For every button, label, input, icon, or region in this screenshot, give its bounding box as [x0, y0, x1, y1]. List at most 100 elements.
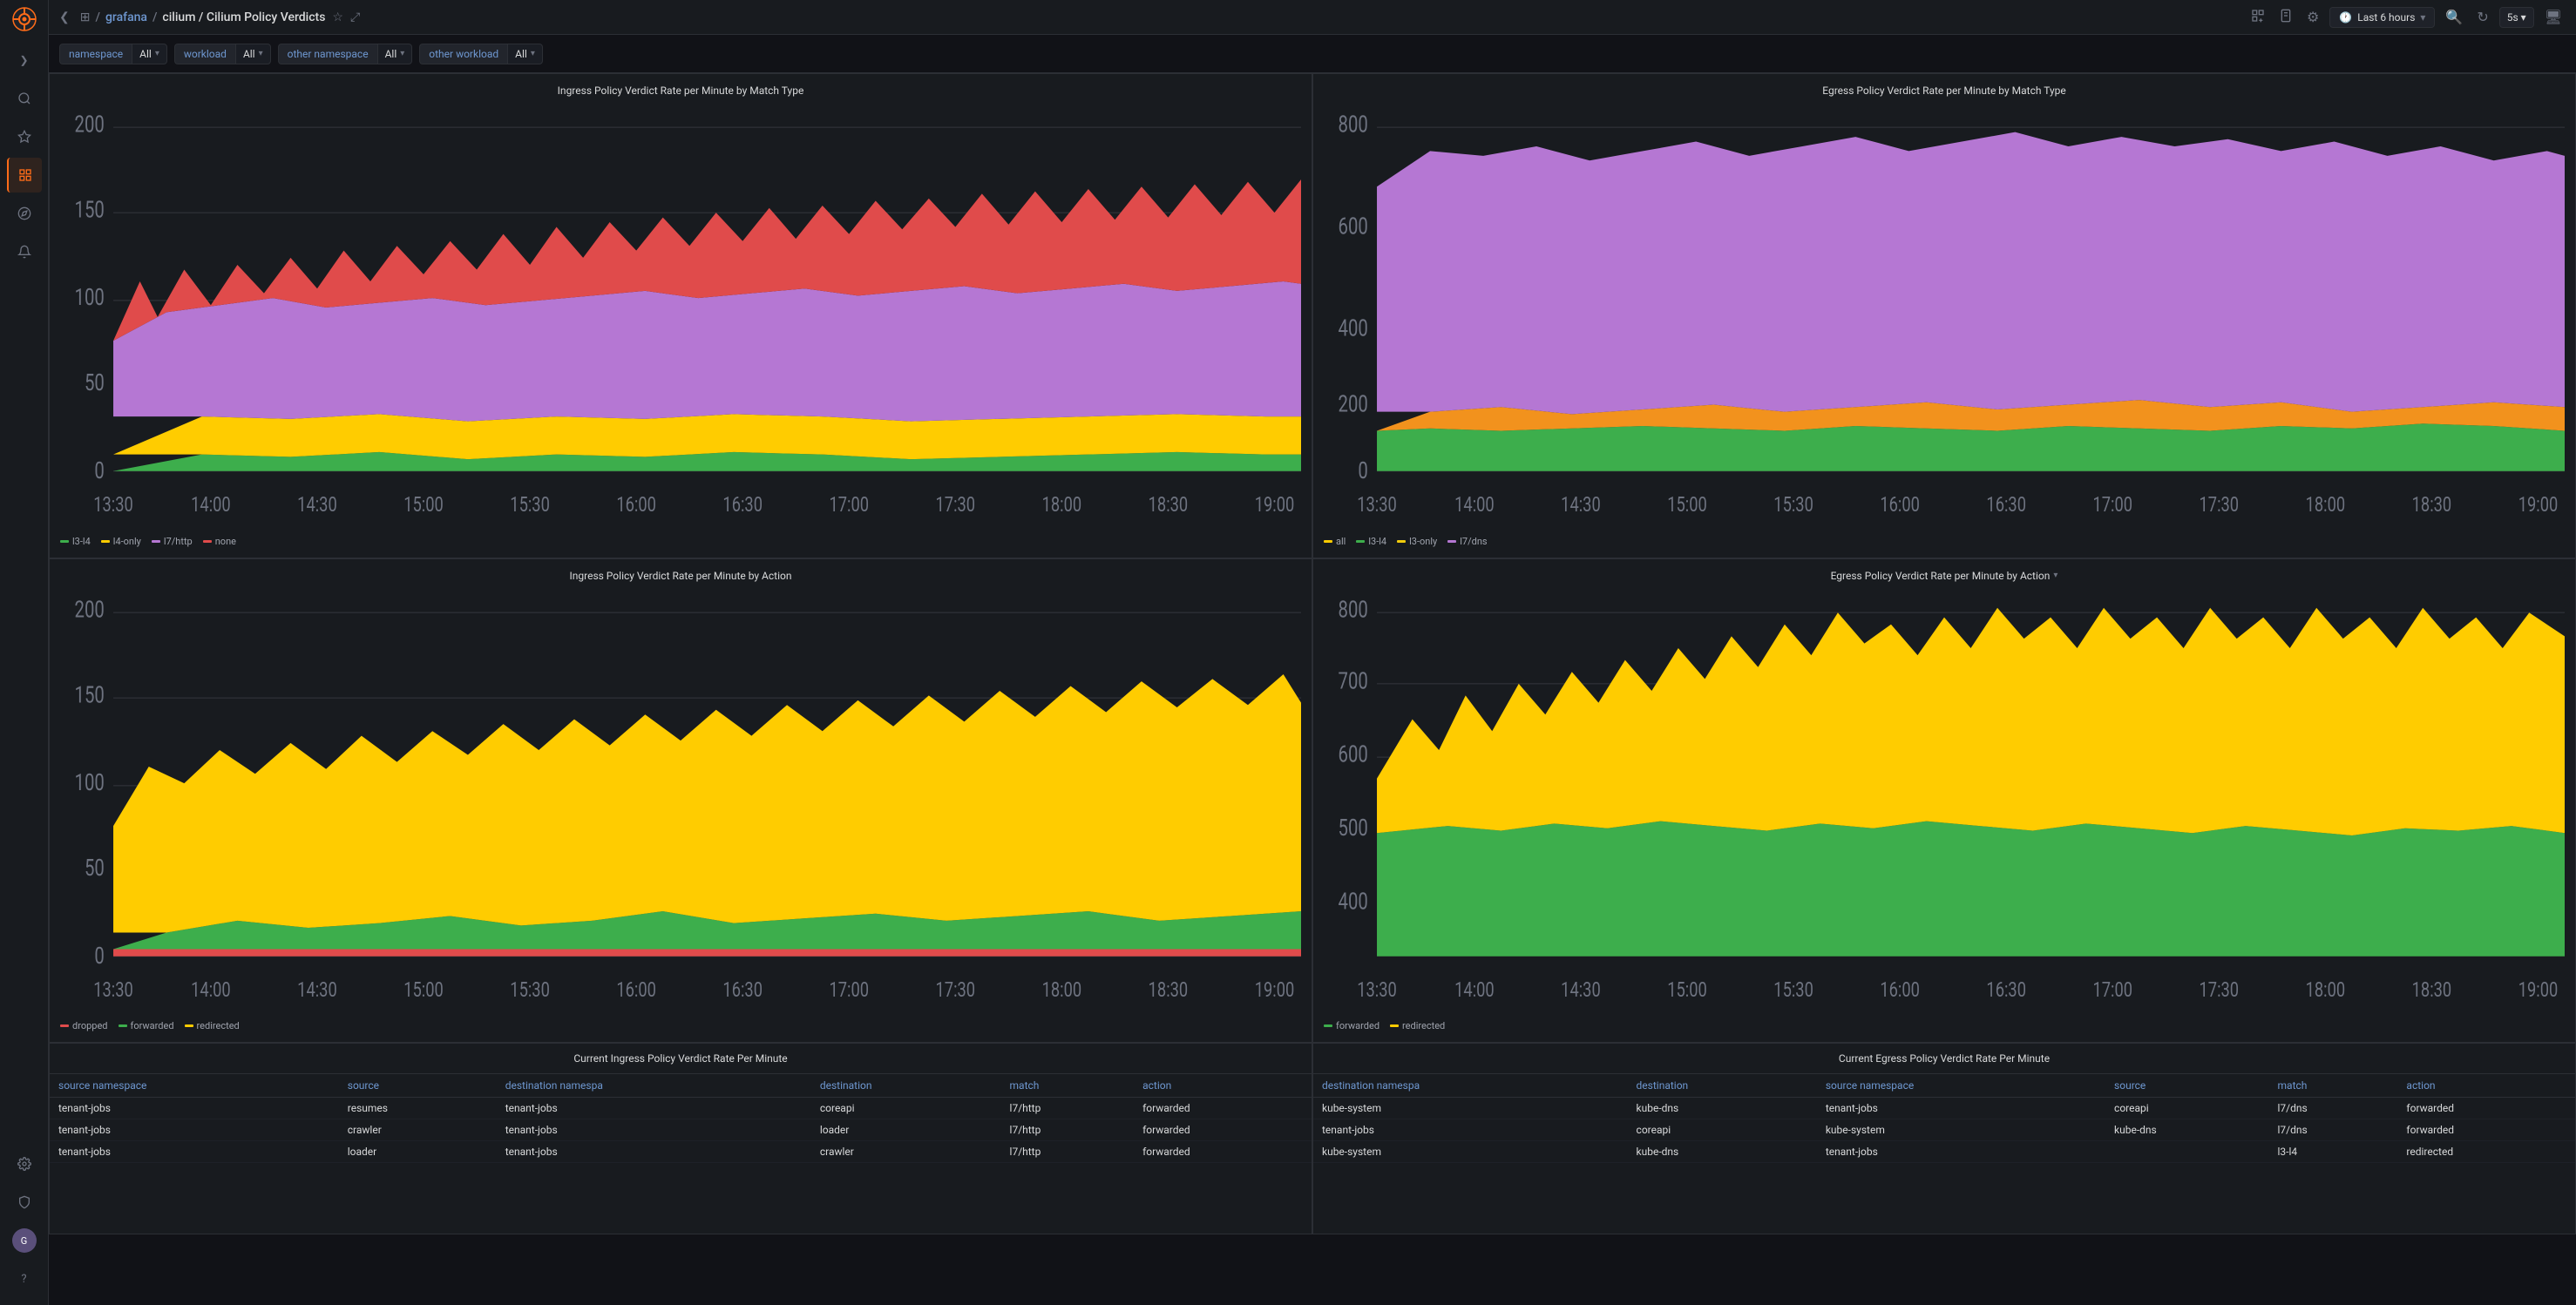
breadcrumb-org[interactable]: grafana: [105, 10, 147, 24]
svg-text:16:30: 16:30: [722, 492, 763, 517]
svg-text:15:30: 15:30: [1773, 492, 1813, 517]
filter-other-namespace-label[interactable]: other namespace: [278, 44, 377, 64]
legend-item-l3l4: l3-l4: [60, 536, 91, 547]
svg-text:17:00: 17:00: [829, 492, 869, 517]
refresh-icon[interactable]: ↻: [2473, 5, 2491, 29]
filter-workload-label[interactable]: workload: [174, 44, 235, 64]
filter-namespace-label[interactable]: namespace: [59, 44, 132, 64]
filter-other-workload-value[interactable]: All: [507, 44, 543, 64]
legend-item-forwarded-egress: forwarded: [1324, 1020, 1380, 1031]
table-row: kube-systemkube-dnstenant-jobsl3-l4redir…: [1313, 1141, 2575, 1163]
ingress-table-title: Current Ingress Policy Verdict Rate Per …: [50, 1044, 1312, 1074]
svg-text:17:00: 17:00: [2092, 492, 2132, 517]
svg-text:13:30: 13:30: [1357, 492, 1397, 517]
filterbar: namespace All workload All other namespa…: [49, 35, 2576, 73]
col-dest-namespace-eg[interactable]: destination namespa: [1313, 1074, 1628, 1098]
avatar[interactable]: G: [7, 1223, 42, 1258]
svg-text:800: 800: [1339, 111, 1368, 139]
legend-item-forwarded: forwarded: [119, 1020, 174, 1031]
egress-table-title: Current Egress Policy Verdict Rate Per M…: [1313, 1044, 2575, 1074]
svg-text:14:00: 14:00: [191, 977, 231, 1002]
col-match[interactable]: match: [1001, 1074, 1135, 1098]
filter-other-namespace-value[interactable]: All: [377, 44, 413, 64]
svg-text:18:00: 18:00: [1042, 977, 1082, 1002]
svg-text:17:00: 17:00: [829, 977, 869, 1002]
grafana-logo[interactable]: [12, 7, 37, 34]
svg-text:19:00: 19:00: [2518, 977, 2559, 1002]
col-source-namespace-eg[interactable]: source namespace: [1817, 1074, 2105, 1098]
table-row: tenant-jobscoreapikube-systemkube-dnsl7/…: [1313, 1119, 2575, 1141]
filter-namespace-value[interactable]: All: [132, 44, 167, 64]
chart-egress-action[interactable]: 800 700 600 500 400 13:30 14:0: [1324, 589, 2565, 1016]
table-row: tenant-jobscrawlertenant-jobsloaderl7/ht…: [50, 1119, 1312, 1141]
col-source-eg[interactable]: source: [2105, 1074, 2268, 1098]
svg-text:18:00: 18:00: [2306, 977, 2346, 1002]
col-source-namespace[interactable]: source namespace: [50, 1074, 339, 1098]
svg-text:14:00: 14:00: [1454, 492, 1495, 517]
svg-text:13:30: 13:30: [93, 977, 133, 1002]
svg-text:14:30: 14:30: [1561, 492, 1601, 517]
svg-text:0: 0: [94, 456, 104, 484]
col-action[interactable]: action: [1134, 1074, 1312, 1098]
chart-ingress-match[interactable]: 200 150 100 50 0: [60, 104, 1301, 531]
svg-text:15:30: 15:30: [510, 977, 550, 1002]
legend-item-redirected-egress: redirected: [1390, 1020, 1445, 1031]
panel-egress-action-menu-icon[interactable]: ▾: [2053, 571, 2057, 580]
search-icon[interactable]: [7, 81, 42, 116]
col-dest-namespace[interactable]: destination namespa: [497, 1074, 811, 1098]
svg-text:14:30: 14:30: [297, 977, 337, 1002]
svg-text:400: 400: [1339, 887, 1368, 915]
col-destination-eg[interactable]: destination: [1628, 1074, 1817, 1098]
svg-text:200: 200: [75, 595, 105, 623]
filter-other-workload-label[interactable]: other workload: [419, 44, 507, 64]
settings-icon[interactable]: [7, 1146, 42, 1181]
explore-icon[interactable]: [7, 196, 42, 231]
col-match-eg[interactable]: match: [2269, 1074, 2398, 1098]
refresh-interval-picker[interactable]: 5s ▾: [2499, 7, 2534, 28]
legend-item-dropped: dropped: [60, 1020, 108, 1031]
settings-gear-icon[interactable]: ⚙: [2303, 5, 2322, 29]
time-range-picker[interactable]: 🕐 Last 6 hours ▾: [2329, 7, 2435, 28]
svg-text:17:30: 17:30: [936, 977, 976, 1002]
svg-text:50: 50: [85, 854, 105, 882]
filter-other-namespace: other namespace All: [278, 44, 413, 64]
page-title: cilium / Cilium Policy Verdicts: [162, 10, 325, 24]
alerts-icon[interactable]: [7, 234, 42, 269]
panel-egress-action: Egress Policy Verdict Rate per Minute by…: [1312, 558, 2576, 1044]
svg-text:18:00: 18:00: [1042, 492, 1082, 517]
panel-ingress-action: Ingress Policy Verdict Rate per Minute b…: [49, 558, 1312, 1044]
col-source[interactable]: source: [339, 1074, 497, 1098]
svg-text:15:00: 15:00: [1667, 977, 1707, 1002]
zoom-out-icon[interactable]: 🔍: [2442, 5, 2466, 29]
legend-item-l4only: l4-only: [101, 536, 141, 547]
dashboards-icon[interactable]: [7, 158, 42, 193]
filter-workload: workload All: [174, 44, 271, 64]
breadcrumb-home[interactable]: ⊞: [80, 10, 91, 24]
col-action-eg[interactable]: action: [2397, 1074, 2575, 1098]
svg-text:200: 200: [75, 111, 105, 139]
svg-text:0: 0: [1358, 456, 1367, 484]
screen-icon[interactable]: 🖥: [2541, 5, 2566, 29]
collapse-icon[interactable]: ❮: [59, 10, 70, 24]
legend-item-none: none: [203, 536, 236, 547]
chart-ingress-action[interactable]: 200 150 100 50 0 1: [60, 589, 1301, 1016]
shield-icon[interactable]: [7, 1185, 42, 1220]
filter-namespace: namespace All: [59, 44, 167, 64]
legend-item-l7http: l7/http: [152, 536, 193, 547]
svg-text:17:30: 17:30: [2200, 492, 2240, 517]
panel-egress-action-title: Egress Policy Verdict Rate per Minute by…: [1324, 570, 2565, 582]
svg-text:16:00: 16:00: [1880, 977, 1920, 1002]
filter-workload-value[interactable]: All: [235, 44, 271, 64]
star-button[interactable]: ☆: [332, 10, 343, 24]
share-button[interactable]: ⤢: [350, 10, 360, 24]
starred-icon[interactable]: [7, 119, 42, 154]
svg-text:19:00: 19:00: [1255, 492, 1295, 517]
col-destination[interactable]: destination: [811, 1074, 1001, 1098]
save-icon[interactable]: [2275, 5, 2296, 30]
add-panel-icon[interactable]: [2247, 5, 2268, 30]
collapse-sidebar-button[interactable]: ❯: [7, 43, 42, 78]
help-icon[interactable]: ?: [7, 1261, 42, 1296]
svg-text:19:00: 19:00: [2518, 492, 2559, 517]
svg-text:18:30: 18:30: [2412, 977, 2452, 1002]
chart-egress-match[interactable]: 800 600 400 200 0: [1324, 104, 2565, 531]
